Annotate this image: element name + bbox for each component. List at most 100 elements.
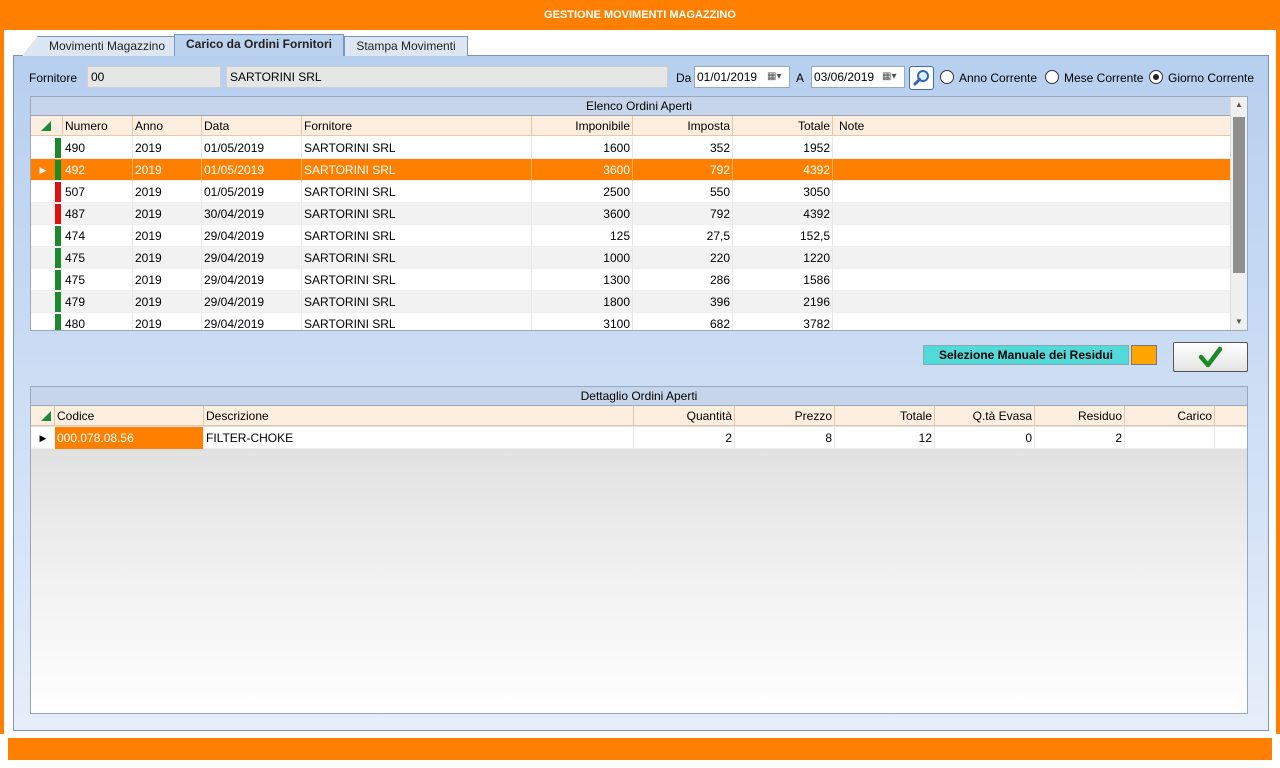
cell-note[interactable]: [833, 291, 1231, 313]
cell-anno[interactable]: 2019: [133, 181, 202, 203]
col-imposta[interactable]: Imposta: [633, 116, 733, 136]
cell-numero[interactable]: 475: [63, 269, 133, 291]
cell-data[interactable]: 29/04/2019: [202, 291, 302, 313]
cell-numero[interactable]: 492: [63, 159, 133, 181]
cell-anno[interactable]: 2019: [133, 159, 202, 181]
radio-mese-corrente[interactable]: [1045, 70, 1059, 84]
scroll-thumb[interactable]: [1233, 117, 1245, 273]
fornitore-name-field[interactable]: SARTORINI SRL: [226, 66, 668, 88]
fornitore-code-field[interactable]: 00: [87, 66, 221, 88]
col-quantita[interactable]: Quantità: [634, 406, 735, 426]
cell-totale[interactable]: 152,5: [733, 225, 833, 247]
cell-imponibile[interactable]: 125: [532, 225, 633, 247]
search-button[interactable]: [909, 66, 934, 90]
cell-data[interactable]: 29/04/2019: [202, 269, 302, 291]
residui-color-swatch[interactable]: [1131, 345, 1157, 365]
col-numero[interactable]: Numero: [63, 116, 133, 136]
cell-data[interactable]: 01/05/2019: [202, 159, 302, 181]
cell-totale[interactable]: 1586: [733, 269, 833, 291]
cell-imposta[interactable]: 792: [633, 203, 733, 225]
cell-note[interactable]: [833, 159, 1231, 181]
calendar-icon[interactable]: ▦▾: [882, 71, 900, 83]
scroll-down-icon[interactable]: ▼: [1231, 314, 1247, 330]
cell-anno[interactable]: 2019: [133, 203, 202, 225]
cell-imposta[interactable]: 550: [633, 181, 733, 203]
cell-imponibile[interactable]: 3600: [532, 159, 633, 181]
cell-carico[interactable]: [1125, 427, 1215, 449]
cell-imposta[interactable]: 27,5: [633, 225, 733, 247]
dettaglio-row[interactable]: ▶ 000.078.08.56 FILTER-CHOKE 2 8 12 0 2: [31, 427, 1247, 449]
cell-anno[interactable]: 2019: [133, 247, 202, 269]
cell-codice[interactable]: 000.078.08.56: [55, 427, 204, 449]
cell-residuo[interactable]: 2: [1035, 427, 1125, 449]
cell-imposta[interactable]: 220: [633, 247, 733, 269]
tab-stampa-movimenti[interactable]: Stampa Movimenti: [344, 36, 468, 56]
cell-fornitore[interactable]: SARTORINI SRL: [302, 291, 532, 313]
cell-numero[interactable]: 475: [63, 247, 133, 269]
resize-grip-icon[interactable]: ⋰: [1262, 750, 1272, 760]
col-prezzo[interactable]: Prezzo: [735, 406, 835, 426]
cell-fornitore[interactable]: SARTORINI SRL: [302, 181, 532, 203]
cell-descrizione[interactable]: FILTER-CHOKE: [204, 427, 634, 449]
col-anno[interactable]: Anno: [133, 116, 202, 136]
cell-note[interactable]: [833, 313, 1231, 330]
col-totale[interactable]: Totale: [835, 406, 935, 426]
ordini-row[interactable]: 474 2019 29/04/2019 SARTORINI SRL 125 27,5 152…: [31, 225, 1231, 247]
cell-quantita[interactable]: 2: [634, 427, 735, 449]
ordini-row[interactable]: 475 2019 29/04/2019 SARTORINI SRL 1300 286 158…: [31, 269, 1231, 291]
cell-data[interactable]: 29/04/2019: [202, 247, 302, 269]
cell-totale[interactable]: 3050: [733, 181, 833, 203]
col-codice[interactable]: Codice: [55, 406, 204, 426]
cell-anno[interactable]: 2019: [133, 291, 202, 313]
cell-note[interactable]: [833, 225, 1231, 247]
col-fornitore[interactable]: Fornitore: [302, 116, 532, 136]
cell-anno[interactable]: 2019: [133, 313, 202, 330]
cell-anno[interactable]: 2019: [133, 225, 202, 247]
cell-anno[interactable]: 2019: [133, 137, 202, 159]
col-residuo[interactable]: Residuo: [1035, 406, 1125, 426]
cell-fornitore[interactable]: SARTORINI SRL: [302, 225, 532, 247]
col-imponibile[interactable]: Imponibile: [532, 116, 633, 136]
cell-totale[interactable]: 4392: [733, 203, 833, 225]
cell-imponibile[interactable]: 2500: [532, 181, 633, 203]
cell-data[interactable]: 29/04/2019: [202, 313, 302, 330]
cell-fornitore[interactable]: SARTORINI SRL: [302, 159, 532, 181]
cell-imponibile[interactable]: 1600: [532, 137, 633, 159]
confirm-button[interactable]: [1173, 342, 1248, 372]
cell-data[interactable]: 29/04/2019: [202, 225, 302, 247]
calendar-icon[interactable]: ▦▾: [767, 71, 785, 83]
cell-note[interactable]: [833, 181, 1231, 203]
date-to-picker[interactable]: 03/06/2019 ▦▾: [811, 66, 905, 88]
ordini-row[interactable]: 480 2019 29/04/2019 SARTORINI SRL 3100 682 378…: [31, 313, 1231, 330]
ordini-row[interactable]: 475 2019 29/04/2019 SARTORINI SRL 1000 220 122…: [31, 247, 1231, 269]
cell-imponibile[interactable]: 1300: [532, 269, 633, 291]
cell-imponibile[interactable]: 3600: [532, 203, 633, 225]
col-note[interactable]: Note: [833, 116, 1231, 136]
cell-note[interactable]: [833, 247, 1231, 269]
cell-imposta[interactable]: 682: [633, 313, 733, 330]
radio-anno-corrente[interactable]: [940, 70, 954, 84]
cell-fornitore[interactable]: SARTORINI SRL: [302, 203, 532, 225]
ordini-scrollbar[interactable]: ▲ ▼: [1230, 97, 1247, 330]
col-carico[interactable]: Carico: [1125, 406, 1215, 426]
ordini-row[interactable]: ▶ 492 2019 01/05/2019 SARTORINI SRL 3600 792 43…: [31, 159, 1231, 181]
cell-numero[interactable]: 487: [63, 203, 133, 225]
cell-data[interactable]: 01/05/2019: [202, 137, 302, 159]
cell-fornitore[interactable]: SARTORINI SRL: [302, 313, 532, 330]
cell-numero[interactable]: 490: [63, 137, 133, 159]
cell-totale[interactable]: 1952: [733, 137, 833, 159]
col-data[interactable]: Data: [202, 116, 302, 136]
ordini-row[interactable]: 490 2019 01/05/2019 SARTORINI SRL 1600 352 195…: [31, 137, 1231, 159]
cell-totale[interactable]: 4392: [733, 159, 833, 181]
ordini-row[interactable]: 487 2019 30/04/2019 SARTORINI SRL 3600 792 439…: [31, 203, 1231, 225]
ordini-row[interactable]: 507 2019 01/05/2019 SARTORINI SRL 2500 550 305…: [31, 181, 1231, 203]
cell-imponibile[interactable]: 1000: [532, 247, 633, 269]
cell-evasa[interactable]: 0: [935, 427, 1035, 449]
cell-imposta[interactable]: 286: [633, 269, 733, 291]
cell-fornitore[interactable]: SARTORINI SRL: [302, 137, 532, 159]
cell-numero[interactable]: 474: [63, 225, 133, 247]
cell-imposta[interactable]: 352: [633, 137, 733, 159]
cell-imposta[interactable]: 396: [633, 291, 733, 313]
cell-data[interactable]: 30/04/2019: [202, 203, 302, 225]
cell-imponibile[interactable]: 1800: [532, 291, 633, 313]
